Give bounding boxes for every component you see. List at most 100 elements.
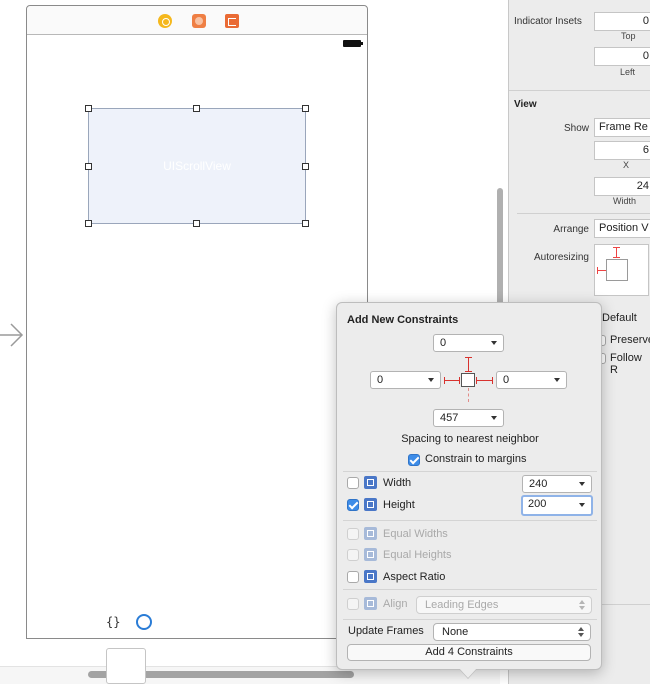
indicator-insets-left-field[interactable]: 0 [594,47,650,66]
object-library-icon[interactable] [136,614,152,630]
top-strut-cap [465,357,472,358]
popover-title: Add New Constraints [347,314,459,326]
entry-point-arrow-icon [0,323,24,347]
add-new-constraints-popover: Add New Constraints 0 0 0 457 Spacing to… [336,302,602,670]
aspect-ratio-checkbox[interactable] [347,571,359,583]
code-snippet-library-icon[interactable]: {} [106,615,120,629]
first-responder-icon[interactable] [192,14,206,28]
resize-handle-top-right[interactable] [302,105,309,112]
width-checkbox[interactable] [347,477,359,489]
show-popup[interactable]: Frame Re [594,118,650,137]
width-label: Width [383,477,412,489]
width-value-combo[interactable]: 240 [522,475,592,493]
resize-handle-top-left[interactable] [85,105,92,112]
right-strut-cap [476,377,477,384]
resize-handle-bottom[interactable] [193,220,200,227]
width-value: 240 [529,478,548,490]
resize-handle-right[interactable] [302,163,309,170]
width-constraint-icon [364,476,377,489]
x-caption: X [623,160,630,170]
section-divider [509,90,650,91]
scene-dock [27,6,367,35]
constrain-margins-checkbox[interactable] [408,454,420,466]
bottom-spacing-combo[interactable]: 457 [433,409,504,427]
equal-widths-label: Equal Widths [383,528,448,540]
battery-icon [343,40,363,47]
equal-heights-checkbox[interactable] [347,549,359,561]
popover-divider [343,520,597,521]
autoresize-inner-box [606,259,628,281]
chevron-down-icon[interactable] [491,416,497,420]
top-spacing-combo[interactable]: 0 [433,334,504,352]
chevron-down-icon[interactable] [579,482,585,486]
scroll-view-label: UIScrollView [163,159,231,173]
align-checkbox[interactable] [347,598,359,610]
indicator-insets-label: Indicator Insets [514,16,582,27]
view-controller-scene[interactable]: UIScrollView [26,5,368,639]
chevron-down-icon[interactable] [428,378,434,382]
left-spacing-combo[interactable]: 0 [370,371,441,389]
resize-handle-bottom-left[interactable] [85,220,92,227]
right-constraint-strut[interactable] [476,380,493,381]
arrange-popup[interactable]: Position V [594,219,650,238]
scroll-view[interactable]: UIScrollView [88,108,306,224]
equal-widths-checkbox[interactable] [347,528,359,540]
top-constraint-strut[interactable] [468,357,469,372]
bottom-constraint-strut[interactable] [468,388,469,402]
autoresizing-mask-control[interactable] [594,244,649,296]
exit-icon[interactable] [225,14,239,28]
height-value: 200 [528,498,547,510]
follow-label: Follow R [610,352,642,376]
chevron-down-icon[interactable] [491,341,497,345]
popover-arrow [459,668,477,678]
autoresize-left-strut[interactable] [597,267,606,274]
chevron-down-icon[interactable] [579,503,585,507]
view-section-title: View [514,99,537,110]
align-icon [364,597,377,610]
equal-heights-icon [364,548,377,561]
resize-handle-left[interactable] [85,163,92,170]
popover-divider [343,471,597,472]
right-strut-cap [492,377,493,384]
frame-width-field[interactable]: 24 [594,177,650,196]
preserve-label: Preserve [610,334,650,346]
view-controller-icon[interactable] [158,14,172,28]
resize-handle-bottom-right[interactable] [302,220,309,227]
canvas-vertical-scroll-thumb[interactable] [497,188,503,308]
right-spacing-value: 0 [503,374,510,386]
left-strut-cap [459,377,460,384]
left-spacing-value: 0 [377,374,384,386]
top-caption: Top [621,31,636,41]
add-constraints-button[interactable]: Add 4 Constraints [347,644,591,661]
arrange-label: Arrange [553,224,589,235]
align-popup[interactable]: Leading Edges [416,596,592,614]
aspect-ratio-label: Aspect Ratio [383,571,446,583]
left-caption: Left [620,67,636,77]
update-frames-popup[interactable]: None [433,623,591,641]
right-spacing-combo[interactable]: 0 [496,371,567,389]
layout-popup[interactable]: Default [598,310,650,329]
constraint-target-box [461,373,475,387]
update-frames-label: Update Frames [348,625,424,637]
height-constraint-icon [364,498,377,511]
align-value: Leading Edges [425,599,499,611]
constrain-margins-label: Constrain to margins [425,453,527,465]
align-label: Align [383,598,408,610]
bottom-spacing-value: 457 [440,412,459,424]
top-spacing-value: 0 [440,337,447,349]
frame-x-field[interactable]: 6 [594,141,650,160]
indicator-insets-top-field[interactable]: 0 [594,12,650,31]
spacing-caption: Spacing to nearest neighbor [401,433,539,445]
library-item-tile[interactable] [106,648,146,684]
chevron-down-icon[interactable] [554,378,560,382]
left-constraint-strut[interactable] [444,380,460,381]
show-label: Show [563,123,589,134]
height-checkbox[interactable] [347,499,359,511]
resize-handle-top[interactable] [193,105,200,112]
height-value-combo[interactable]: 200 [521,495,593,516]
top-strut-cap [465,371,472,372]
section-divider [517,213,650,214]
update-frames-value: None [442,626,469,638]
width-caption: Width [613,196,637,206]
autoresize-top-strut[interactable] [613,247,620,258]
